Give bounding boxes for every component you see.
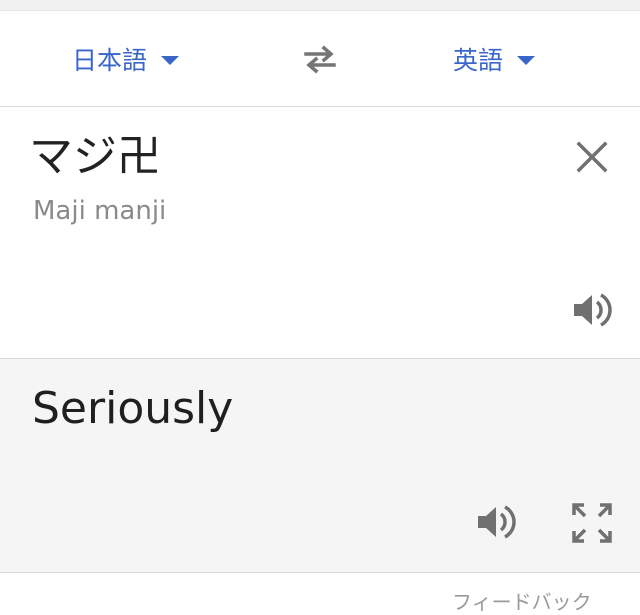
- swap-arrows-icon: [304, 45, 336, 74]
- romanization-text: Maji manji: [33, 196, 167, 226]
- source-language-label: 日本語: [72, 45, 148, 75]
- caret-down-icon: [161, 56, 180, 65]
- source-text[interactable]: マジ卍: [29, 132, 161, 181]
- clear-input-button[interactable]: [570, 135, 614, 179]
- speaker-icon: [574, 293, 612, 327]
- speaker-icon: [478, 505, 516, 539]
- listen-source-button[interactable]: [568, 288, 616, 332]
- target-language-selector[interactable]: 英語: [453, 11, 536, 106]
- translation-text[interactable]: Seriously: [32, 384, 233, 433]
- language-bar: 日本語 英語: [0, 11, 640, 107]
- target-language-label: 英語: [453, 45, 504, 75]
- top-strip: [0, 0, 640, 11]
- fullscreen-icon: [572, 503, 612, 543]
- listen-translation-button[interactable]: [472, 500, 520, 544]
- close-icon: [576, 141, 608, 173]
- output-panel: Seriously: [0, 359, 640, 573]
- feedback-link[interactable]: フィードバック: [452, 586, 592, 615]
- fullscreen-button[interactable]: [568, 500, 616, 546]
- source-language-selector[interactable]: 日本語: [72, 11, 180, 106]
- swap-languages-button[interactable]: [298, 41, 342, 77]
- caret-down-icon: [517, 56, 536, 65]
- input-panel[interactable]: マジ卍 Maji manji: [0, 107, 640, 359]
